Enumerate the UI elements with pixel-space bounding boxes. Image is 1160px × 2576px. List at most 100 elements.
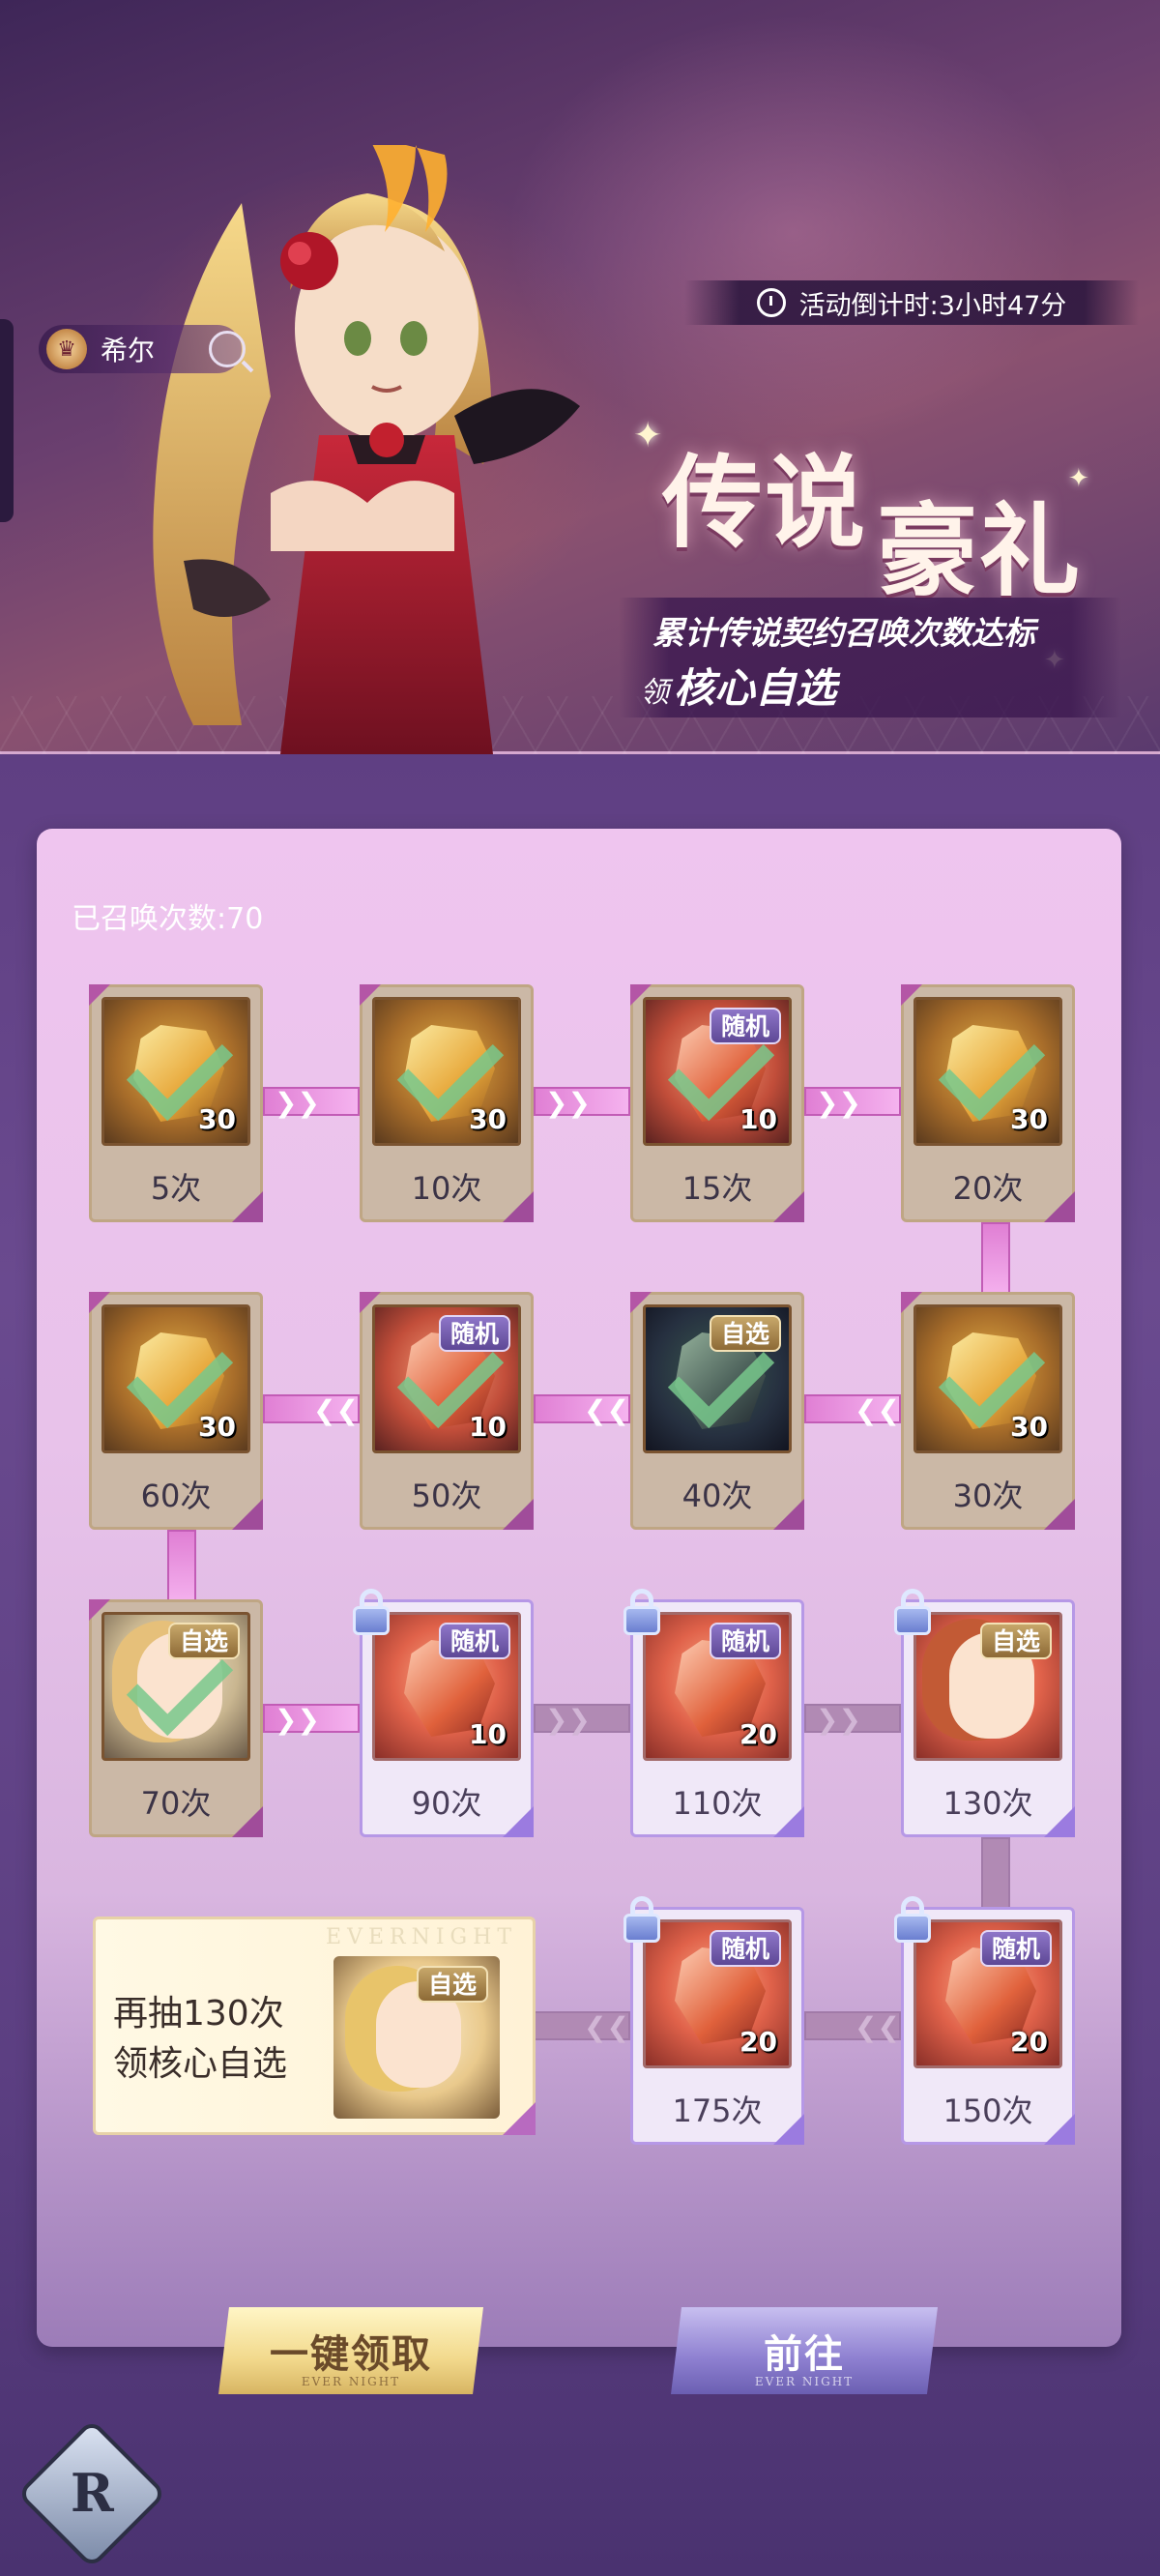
event-countdown: 活动倒计时:3小时47分 bbox=[684, 280, 1139, 325]
milestone-card-5[interactable]: 30 5次 bbox=[89, 984, 263, 1222]
character-name: 希尔 bbox=[101, 335, 156, 366]
milestone-card-90[interactable]: 10 随机 90次 bbox=[353, 1589, 534, 1837]
reward-art: 30 bbox=[914, 1304, 1062, 1453]
milestone-card-30[interactable]: 30 30次 bbox=[901, 1292, 1075, 1530]
milestone-label: 40次 bbox=[682, 1478, 753, 1514]
pick-tag: 自选 bbox=[416, 1966, 488, 2003]
reward-main: 核心自选 bbox=[674, 664, 837, 712]
final-reward-line1: 再抽130次 bbox=[113, 1994, 284, 2034]
final-reward-box[interactable]: EVERNIGHT 再抽130次 领核心自选 自选 bbox=[93, 1917, 536, 2135]
character-art bbox=[153, 145, 580, 754]
reward-quantity: 10 bbox=[469, 1718, 507, 1750]
pick-tag: 自选 bbox=[979, 1623, 1052, 1659]
sparkle-icon: ✦ bbox=[633, 416, 663, 455]
stopwatch-icon bbox=[756, 288, 786, 317]
logo-glyph: R bbox=[70, 2461, 114, 2524]
reward-art: 30 bbox=[372, 997, 521, 1146]
milestone-label: 175次 bbox=[672, 2093, 763, 2129]
milestone-card-110[interactable]: 20 随机 110次 bbox=[624, 1589, 804, 1837]
game-logo-button[interactable]: R bbox=[16, 2418, 167, 2569]
milestone-card-15[interactable]: 10 随机 15次 bbox=[630, 984, 804, 1222]
reward-quantity: 20 bbox=[740, 1718, 777, 1750]
reward-quantity: 30 bbox=[1010, 1411, 1048, 1443]
lock-icon bbox=[890, 1589, 935, 1637]
claim-all-button[interactable]: 一键领取 EVER NIGHT bbox=[218, 2307, 483, 2394]
milestone-card-130[interactable]: 自选 130次 bbox=[894, 1589, 1075, 1837]
milestone-card-150[interactable]: 20 随机 150次 bbox=[894, 1896, 1075, 2145]
milestone-label: 60次 bbox=[140, 1478, 212, 1514]
reward-art: 自选 bbox=[102, 1612, 250, 1761]
connector-locked bbox=[981, 1837, 1010, 1915]
milestone-card-70[interactable]: 自选 70次 bbox=[89, 1599, 263, 1837]
milestone-label: 110次 bbox=[672, 1785, 763, 1822]
connector: ❯❯ bbox=[263, 1087, 360, 1118]
milestone-card-60[interactable]: 30 60次 bbox=[89, 1292, 263, 1530]
character-name-tag[interactable]: ♛ 希尔 bbox=[39, 325, 246, 373]
milestone-card-40[interactable]: 自选 40次 bbox=[630, 1292, 804, 1530]
pick-tag: 自选 bbox=[709, 1315, 781, 1352]
connector: ❮❮ bbox=[534, 1394, 630, 1425]
connector-locked: ❯❯ bbox=[804, 1704, 901, 1735]
event-banner: ♛ 希尔 活动倒计时:3小时47分 ✦ ✦ ✦ 传说豪礼 累计传说契约召唤次数达… bbox=[0, 0, 1160, 754]
event-title: 传说豪礼 bbox=[662, 421, 1082, 610]
random-tag: 随机 bbox=[979, 1930, 1052, 1967]
random-tag: 随机 bbox=[709, 1623, 781, 1659]
reward-quantity: 30 bbox=[469, 1103, 507, 1135]
random-tag: 随机 bbox=[438, 1623, 510, 1659]
milestone-label: 20次 bbox=[952, 1170, 1024, 1207]
reward-quantity: 20 bbox=[740, 2026, 777, 2058]
event-subtitle: 累计传说契约召唤次数达标 bbox=[652, 614, 1035, 652]
milestone-card-10[interactable]: 30 10次 bbox=[360, 984, 534, 1222]
event-reward-line: 领 核心自选 bbox=[640, 656, 836, 715]
lock-icon bbox=[890, 1896, 935, 1945]
milestone-label: 15次 bbox=[682, 1170, 753, 1207]
go-sublabel: EVER NIGHT bbox=[754, 2375, 855, 2388]
reward-quantity: 30 bbox=[1010, 1103, 1048, 1135]
reward-art: 20 随机 bbox=[643, 1612, 792, 1761]
milestone-label: 130次 bbox=[942, 1785, 1033, 1822]
watermark-text: EVERNIGHT bbox=[326, 1925, 517, 1949]
pick-tag: 自选 bbox=[167, 1623, 240, 1659]
reward-art: 10 随机 bbox=[372, 1304, 521, 1453]
milestone-label: 10次 bbox=[411, 1170, 482, 1207]
reward-art: 20 随机 bbox=[914, 1919, 1062, 2068]
claim-all-label: 一键领取 bbox=[270, 2331, 432, 2377]
lock-icon bbox=[349, 1589, 393, 1637]
random-tag: 随机 bbox=[709, 1008, 781, 1044]
connector: ❯❯ bbox=[534, 1087, 630, 1118]
milestone-card-175[interactable]: 20 随机 175次 bbox=[624, 1896, 804, 2145]
connector-locked: ❮❮ bbox=[534, 2011, 630, 2042]
go-label: 前往 bbox=[764, 2331, 845, 2377]
reward-art: 10 随机 bbox=[372, 1612, 521, 1761]
connector: ❯❯ bbox=[804, 1087, 901, 1118]
milestone-label: 70次 bbox=[140, 1785, 212, 1822]
event-title-part2: 豪礼 bbox=[877, 491, 1083, 610]
milestone-label: 50次 bbox=[411, 1478, 482, 1514]
connector: ❮❮ bbox=[804, 1394, 901, 1425]
connector: ❯❯ bbox=[263, 1704, 360, 1735]
go-button[interactable]: 前往 EVER NIGHT bbox=[671, 2307, 938, 2394]
summon-count: 已召唤次数:70 bbox=[72, 902, 264, 936]
reward-quantity: 30 bbox=[198, 1411, 236, 1443]
milestone-label: 30次 bbox=[952, 1478, 1024, 1514]
connector bbox=[167, 1530, 196, 1607]
milestone-label: 90次 bbox=[411, 1785, 482, 1822]
connector-locked: ❯❯ bbox=[534, 1704, 630, 1735]
crown-icon: ♛ bbox=[46, 329, 87, 369]
final-reward-text: 再抽130次 领核心自选 bbox=[113, 1989, 287, 2090]
milestone-label: 5次 bbox=[150, 1170, 202, 1207]
lock-icon bbox=[620, 1896, 664, 1945]
reward-prefix: 领 bbox=[640, 676, 669, 710]
reward-art: 10 随机 bbox=[643, 997, 792, 1146]
connector-locked: ❮❮ bbox=[804, 2011, 901, 2042]
magnifier-icon[interactable] bbox=[209, 331, 246, 367]
claim-all-sublabel: EVER NIGHT bbox=[301, 2375, 401, 2388]
milestone-card-50[interactable]: 10 随机 50次 bbox=[360, 1292, 534, 1530]
milestone-card-20[interactable]: 30 20次 bbox=[901, 984, 1075, 1222]
final-reward-line2: 领核心自选 bbox=[113, 2044, 288, 2084]
event-title-part1: 传说 bbox=[662, 443, 868, 562]
milestone-label: 150次 bbox=[942, 2093, 1033, 2129]
reward-art: 自选 bbox=[914, 1612, 1062, 1761]
side-drawer-handle[interactable] bbox=[0, 319, 14, 522]
reward-art: 30 bbox=[914, 997, 1062, 1146]
